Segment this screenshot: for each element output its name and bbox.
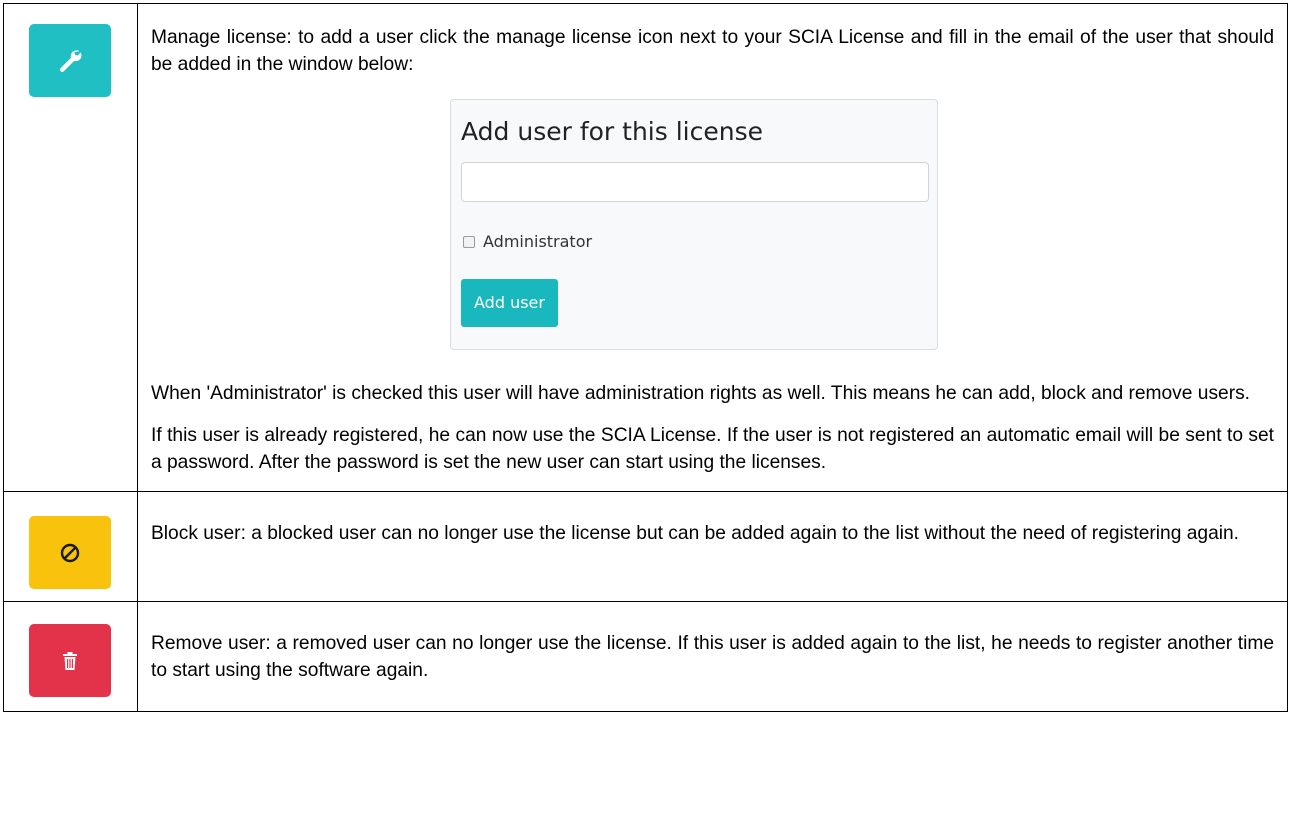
administrator-option[interactable]: Administrator (461, 228, 927, 255)
administrator-explanation: When 'Administrator' is checked this use… (151, 383, 1251, 404)
block-user-text: Block user: a blocked user can no longer… (151, 523, 1240, 544)
registration-explanation: If this user is already registered, he c… (151, 425, 1274, 473)
administrator-checkbox[interactable] (463, 235, 475, 248)
remove-user-row: Remove user: a removed user can no longe… (3, 601, 1288, 712)
icon-cell (3, 601, 138, 712)
add-user-button[interactable]: Add user (461, 279, 558, 327)
block-icon (29, 516, 111, 589)
description-cell: Remove user: a removed user can no longe… (137, 601, 1288, 712)
description-cell: Block user: a blocked user can no longer… (137, 491, 1288, 602)
email-input[interactable] (461, 162, 929, 202)
administrator-label: Administrator (483, 232, 593, 251)
remove-user-text: Remove user: a removed user can no longe… (151, 633, 1274, 681)
block-user-row: Block user: a blocked user can no longer… (3, 491, 1288, 602)
trash-icon (29, 624, 111, 697)
icon-cell (3, 491, 138, 602)
add-user-dialog: Add user for this license Administrator … (450, 99, 938, 350)
description-cell: Manage license: to add a user click the … (137, 3, 1288, 492)
wrench-icon (29, 24, 111, 97)
manage-license-text: Manage license: to add a user click the … (151, 27, 1274, 75)
icon-cell (3, 3, 138, 492)
dialog-title: Add user for this license (461, 117, 763, 146)
manage-license-row: Manage license: to add a user click the … (3, 3, 1288, 492)
instructions-table: Manage license: to add a user click the … (3, 3, 1288, 712)
